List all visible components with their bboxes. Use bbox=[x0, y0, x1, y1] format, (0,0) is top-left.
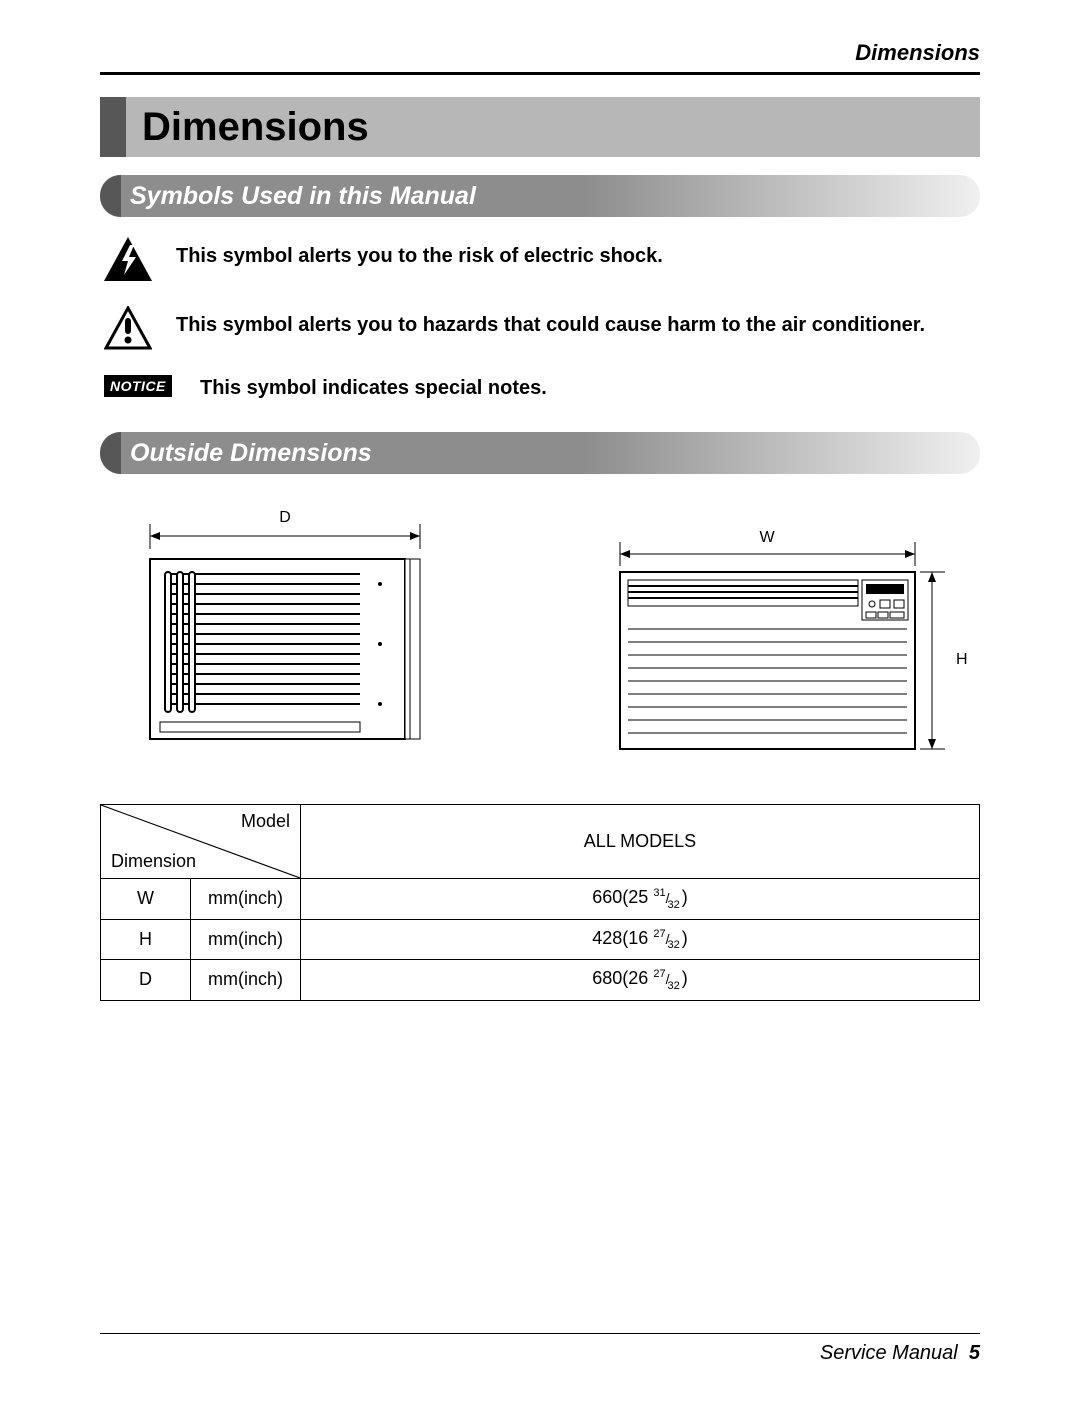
footer-page: 5 bbox=[969, 1342, 980, 1364]
inch-whole-D: 26 bbox=[628, 968, 648, 988]
inch-num-W: 31 bbox=[653, 887, 665, 899]
label-D: D bbox=[279, 509, 291, 526]
dim-label-H: H bbox=[101, 919, 191, 960]
mm-D: 680 bbox=[592, 968, 622, 988]
electric-shock-icon bbox=[104, 237, 152, 286]
dimension-diagrams: D bbox=[100, 494, 980, 754]
symbol-row-notice: NOTICE This symbol indicates special not… bbox=[100, 375, 980, 402]
dim-value-H: 428(16 27/32) bbox=[301, 919, 980, 960]
table-col-header: ALL MODELS bbox=[301, 805, 980, 879]
symbol-text-warning: This symbol alerts you to hazards that c… bbox=[176, 306, 925, 339]
symbol-text-notice: This symbol indicates special notes. bbox=[200, 375, 547, 402]
unit-label: mm(inch) bbox=[191, 919, 301, 960]
table-corner-cell: Model Dimension bbox=[101, 805, 301, 879]
table-row-H: H mm(inch) 428(16 27/32) bbox=[101, 919, 980, 960]
notice-badge: NOTICE bbox=[104, 375, 172, 397]
table-row-D: D mm(inch) 680(26 27/32) bbox=[101, 960, 980, 1001]
inch-den-W: 32 bbox=[667, 899, 679, 911]
page-title: Dimensions bbox=[142, 105, 369, 150]
inch-num-D: 27 bbox=[653, 968, 665, 980]
inch-num-H: 27 bbox=[653, 928, 665, 940]
inch-whole-W: 25 bbox=[628, 887, 648, 907]
page-title-band: Dimensions bbox=[100, 97, 980, 157]
mm-H: 428 bbox=[592, 928, 622, 948]
dim-value-D: 680(26 27/32) bbox=[301, 960, 980, 1001]
subsection-symbols-heading: Symbols Used in this Manual bbox=[100, 175, 980, 217]
diagram-front-view: W H bbox=[600, 494, 970, 754]
dim-label-D: D bbox=[101, 960, 191, 1001]
inch-whole-H: 16 bbox=[628, 928, 648, 948]
unit-label: mm(inch) bbox=[191, 879, 301, 920]
inch-den-D: 32 bbox=[667, 980, 679, 992]
unit-label: mm(inch) bbox=[191, 960, 301, 1001]
table-corner-model: Model bbox=[241, 811, 290, 832]
table-header-row: Model Dimension ALL MODELS bbox=[101, 805, 980, 879]
subsection-halfcircle-decor bbox=[100, 432, 121, 474]
dim-value-W: 660(25 31/32) bbox=[301, 879, 980, 920]
dim-label-W: W bbox=[101, 879, 191, 920]
title-block-decor bbox=[100, 97, 126, 157]
footer-text: Service Manual bbox=[820, 1342, 958, 1364]
inch-den-H: 32 bbox=[667, 939, 679, 951]
symbol-row-electric: This symbol alerts you to the risk of el… bbox=[100, 237, 980, 286]
mm-W: 660 bbox=[592, 887, 622, 907]
diagram-side-view: D bbox=[110, 494, 440, 754]
warning-icon bbox=[104, 306, 152, 355]
symbol-row-warning: This symbol alerts you to hazards that c… bbox=[100, 306, 980, 355]
label-W: W bbox=[759, 529, 775, 546]
table-row-W: W mm(inch) 660(25 31/32) bbox=[101, 879, 980, 920]
table-corner-dimension: Dimension bbox=[111, 851, 196, 872]
subsection-symbols-text: Symbols Used in this Manual bbox=[130, 175, 476, 217]
notice-badge-wrap: NOTICE bbox=[104, 375, 176, 397]
label-H: H bbox=[956, 651, 968, 668]
page-footer: Service Manual 5 bbox=[100, 1333, 980, 1365]
subsection-outside-heading: Outside Dimensions bbox=[100, 432, 980, 474]
dimensions-table: Model Dimension ALL MODELS W mm(inch) 66… bbox=[100, 804, 980, 1001]
symbol-text-electric: This symbol alerts you to the risk of el… bbox=[176, 237, 663, 270]
running-head: Dimensions bbox=[100, 40, 980, 75]
subsection-outside-text: Outside Dimensions bbox=[130, 432, 372, 474]
subsection-halfcircle-decor bbox=[100, 175, 121, 217]
